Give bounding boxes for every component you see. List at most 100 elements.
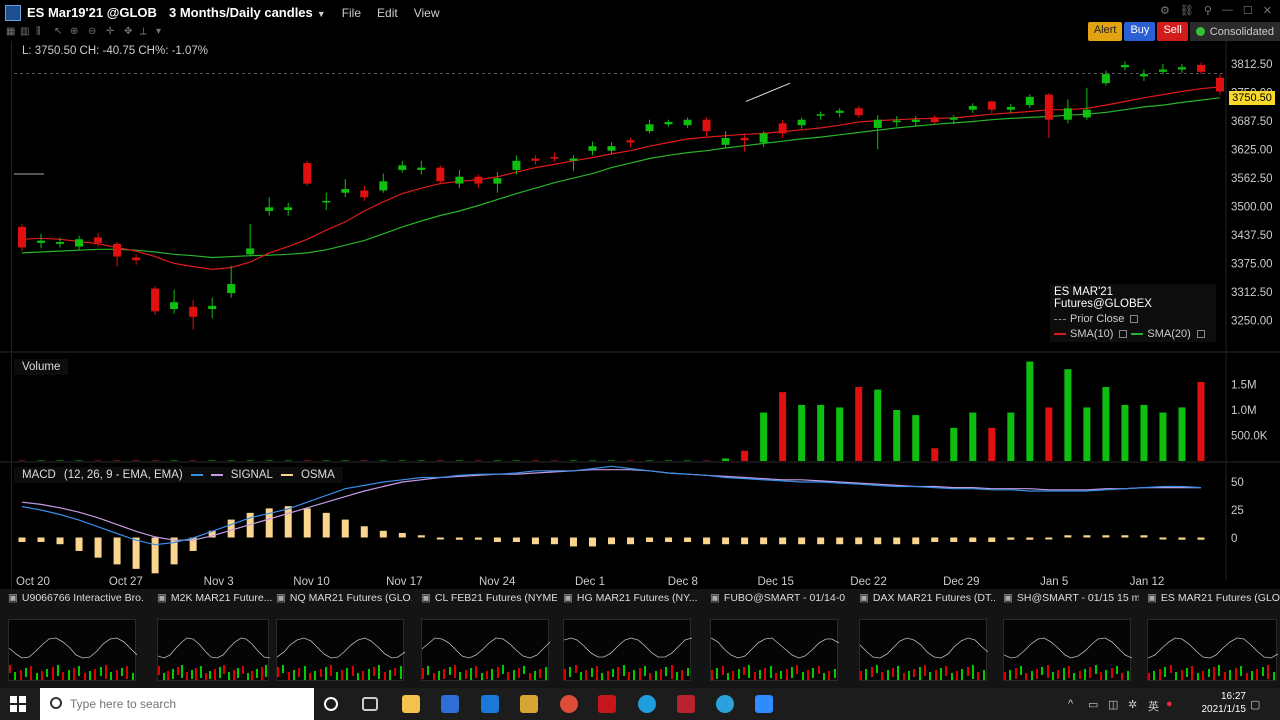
thumbnail-preview[interactable] bbox=[1147, 619, 1279, 685]
osma-bar[interactable] bbox=[893, 537, 901, 545]
candle-body[interactable] bbox=[835, 110, 844, 113]
volume-bar[interactable] bbox=[722, 458, 730, 461]
volume-bar[interactable] bbox=[227, 460, 235, 461]
volume-bar[interactable] bbox=[760, 412, 768, 461]
candle-body[interactable] bbox=[189, 306, 198, 317]
volume-bar[interactable] bbox=[550, 460, 558, 461]
volume-panel-label[interactable]: Volume bbox=[14, 359, 69, 375]
candle-body[interactable] bbox=[56, 241, 65, 244]
telegram-icon[interactable] bbox=[716, 695, 734, 713]
volume-bar[interactable] bbox=[665, 460, 673, 461]
candle-body[interactable] bbox=[398, 165, 407, 170]
volume-bar[interactable] bbox=[284, 460, 292, 461]
candle-body[interactable] bbox=[759, 133, 768, 143]
tray-chevron-up-icon[interactable]: ^ bbox=[1068, 698, 1073, 710]
window-title[interactable]: ES Mar19'21 @GLOBEX bbox=[27, 5, 157, 20]
volume-bar[interactable] bbox=[531, 460, 539, 461]
thumbnail-preview[interactable] bbox=[421, 619, 551, 687]
volume-bar[interactable] bbox=[817, 404, 825, 461]
taskbar-search-box[interactable] bbox=[40, 688, 314, 720]
volume-bar[interactable] bbox=[1007, 412, 1015, 461]
thumbnail-window[interactable]: ▣ FUBO@SMART - 01/14-0... bbox=[710, 589, 846, 688]
volume-bar[interactable] bbox=[322, 460, 330, 461]
osma-bar[interactable] bbox=[646, 537, 654, 542]
thumbnail-preview[interactable] bbox=[276, 619, 406, 685]
legend-sma10-label[interactable]: SMA(10) bbox=[1070, 328, 1113, 340]
candle-body[interactable] bbox=[987, 101, 996, 110]
volume-bar[interactable] bbox=[1083, 407, 1091, 461]
chart-period-selector[interactable]: 3 Months/Daily candles ▼ bbox=[169, 5, 326, 20]
osma-bar[interactable] bbox=[436, 537, 444, 540]
candle-body[interactable] bbox=[892, 120, 901, 123]
close-icon[interactable]: ✕ bbox=[1263, 4, 1272, 17]
candle-body[interactable] bbox=[550, 157, 559, 159]
osma-bar[interactable] bbox=[531, 537, 539, 545]
volume-bar[interactable] bbox=[569, 460, 577, 461]
minimize-icon[interactable]: — bbox=[1222, 4, 1233, 17]
bar-tool-icon[interactable]: ▥ bbox=[20, 26, 29, 37]
osma-bar[interactable] bbox=[379, 530, 387, 538]
candle-body[interactable] bbox=[1139, 74, 1148, 77]
volume-bar[interactable] bbox=[151, 460, 159, 461]
candle-body[interactable] bbox=[246, 248, 255, 255]
osma-bar[interactable] bbox=[493, 537, 501, 542]
volume-bar[interactable] bbox=[94, 460, 102, 461]
volume-bar[interactable] bbox=[741, 450, 749, 461]
store-icon[interactable] bbox=[441, 695, 459, 713]
candle-body[interactable] bbox=[683, 119, 692, 126]
osma-bar[interactable] bbox=[417, 535, 425, 538]
volume-bar[interactable] bbox=[265, 460, 273, 461]
volume-bar[interactable] bbox=[969, 412, 977, 461]
tray-speaker-icon[interactable]: ◫ bbox=[1108, 698, 1118, 711]
acrobat-icon[interactable] bbox=[598, 695, 616, 713]
windows-start-icon[interactable] bbox=[10, 696, 26, 712]
candle-body[interactable] bbox=[569, 158, 578, 161]
osma-bar[interactable] bbox=[931, 537, 939, 542]
candle-body[interactable] bbox=[493, 178, 502, 184]
candle-tool-icon[interactable]: ⫼ bbox=[36, 26, 41, 37]
osma-bar[interactable] bbox=[284, 506, 292, 538]
checkbox-icon[interactable] bbox=[1130, 315, 1139, 323]
candle-body[interactable] bbox=[341, 189, 350, 193]
mail-icon[interactable] bbox=[481, 695, 499, 713]
candle-body[interactable] bbox=[930, 117, 939, 122]
thumbnail-preview[interactable] bbox=[1003, 619, 1133, 687]
alert-button[interactable]: Alert bbox=[1087, 22, 1123, 41]
menu-view[interactable]: View bbox=[414, 6, 440, 20]
candle-body[interactable] bbox=[740, 137, 749, 141]
osma-bar[interactable] bbox=[360, 526, 368, 538]
candle-body[interactable] bbox=[607, 146, 616, 151]
volume-bar[interactable] bbox=[1121, 404, 1129, 461]
candle-body[interactable] bbox=[1025, 96, 1034, 106]
candle-body[interactable] bbox=[1006, 106, 1015, 110]
osma-bar[interactable] bbox=[94, 537, 102, 558]
osma-bar[interactable] bbox=[665, 537, 673, 542]
macd-panel-label[interactable]: MACD (12, 26, 9 - EMA, EMA) SIGNAL OSMA bbox=[14, 467, 343, 483]
move-tool-icon[interactable]: ✥ bbox=[124, 26, 132, 37]
candle-body[interactable] bbox=[1101, 74, 1110, 84]
osma-bar[interactable] bbox=[588, 537, 596, 547]
osma-bar[interactable] bbox=[607, 537, 615, 545]
candle-body[interactable] bbox=[702, 119, 711, 132]
volume-bar[interactable] bbox=[493, 460, 501, 461]
candle-body[interactable] bbox=[512, 160, 521, 170]
volume-bar[interactable] bbox=[912, 415, 920, 461]
candle-body[interactable] bbox=[1063, 108, 1072, 120]
volume-bar[interactable] bbox=[627, 460, 635, 461]
sell-button[interactable]: Sell bbox=[1157, 22, 1188, 41]
cortana-icon[interactable] bbox=[324, 697, 338, 711]
osma-bar[interactable] bbox=[341, 519, 349, 538]
osma-bar[interactable] bbox=[836, 537, 844, 545]
volume-bar[interactable] bbox=[1064, 369, 1072, 461]
osma-bar[interactable] bbox=[303, 508, 311, 538]
osma-bar[interactable] bbox=[1140, 535, 1148, 538]
osma-bar[interactable] bbox=[132, 537, 140, 569]
checkbox-icon[interactable] bbox=[1119, 330, 1128, 338]
candle-body[interactable] bbox=[968, 106, 977, 110]
candle-body[interactable] bbox=[474, 176, 483, 184]
volume-bar[interactable] bbox=[1140, 404, 1148, 461]
menu-file[interactable]: File bbox=[342, 6, 361, 20]
osma-bar[interactable] bbox=[912, 537, 920, 545]
candle-body[interactable] bbox=[303, 163, 312, 184]
link-icon[interactable]: ⛓ bbox=[1180, 4, 1194, 17]
